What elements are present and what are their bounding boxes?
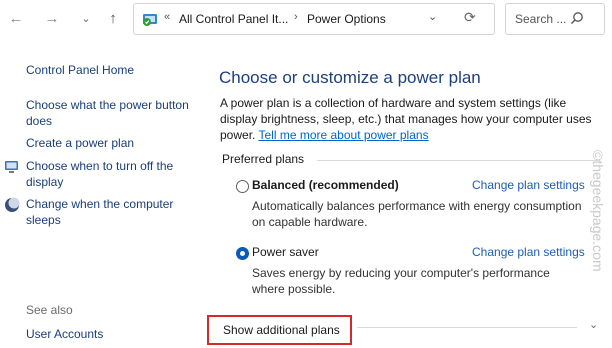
show-additional-plans-highlight[interactable]: Show additional plans [207,315,352,345]
power-saver-change-settings-link[interactable]: Change plan settings [472,245,585,259]
user-accounts-link[interactable]: User Accounts [26,326,176,342]
balanced-plan-name[interactable]: Balanced (recommended) [252,178,399,192]
address-dropdown-chevron-icon[interactable]: ⌄ [428,10,437,23]
power-button-link[interactable]: Choose what the power button does [26,97,198,129]
balanced-change-settings-link[interactable]: Change plan settings [472,178,585,192]
search-icon[interactable] [570,11,584,25]
forward-arrow-icon[interactable]: → [42,9,62,29]
address-bar[interactable]: « All Control Panel It... › Power Option… [133,3,495,35]
watermark: ©thegeekpage.com [590,150,610,348]
back-arrow-icon[interactable]: ← [6,9,26,29]
watermark-text: ©thegeekpage.com [590,150,606,272]
preferred-plans-heading: Preferred plans [222,152,305,166]
recent-locations-chevron-icon[interactable]: ⌄ [76,9,96,29]
see-also-heading: See also [26,303,73,317]
create-power-plan-link[interactable]: Create a power plan [26,135,201,151]
page-description: A power plan is a collection of hardware… [220,95,602,143]
control-panel-icon [143,14,157,26]
navigation-bar: ← → ⌄ ↑ « All Control Panel It... › Powe… [0,0,612,38]
main-content: Choose or customize a power plan A power… [205,38,612,348]
turn-off-display-link[interactable]: Choose when to turn off the display [26,158,194,190]
additional-plans-divider [357,327,577,328]
refresh-icon[interactable]: ⟳ [464,9,476,26]
learn-more-link[interactable]: Tell me more about power plans [258,128,428,142]
up-arrow-icon[interactable]: ↑ [103,9,123,29]
section-divider [317,160,600,161]
breadcrumb-separator-icon[interactable]: › [294,11,298,23]
breadcrumb-all-control-panel-items[interactable]: All Control Panel It... [179,12,288,26]
address-overflow-chevron-icon[interactable]: « [164,11,170,23]
breadcrumb-power-options[interactable]: Power Options [307,12,386,26]
page-title: Choose or customize a power plan [219,68,481,87]
power-saver-plan-radio[interactable] [236,247,249,260]
computer-sleeps-link[interactable]: Change when the computer sleeps [26,196,194,228]
tasks-pane: Control Panel Home Choose what the power… [0,38,205,348]
display-shield-icon [5,161,18,173]
control-panel-home-link[interactable]: Control Panel Home [26,62,201,78]
power-saver-plan-name[interactable]: Power saver [252,245,319,259]
power-saver-plan-description: Saves energy by reducing your computer's… [252,266,550,296]
search-box[interactable]: Search ... [505,3,605,35]
balanced-plan-radio[interactable] [236,180,249,193]
show-additional-plans-button[interactable]: Show additional plans [223,323,340,337]
sleep-moon-icon [5,197,20,212]
balanced-plan-description: Automatically balances performance with … [252,199,582,229]
search-input[interactable]: Search ... [515,12,566,26]
